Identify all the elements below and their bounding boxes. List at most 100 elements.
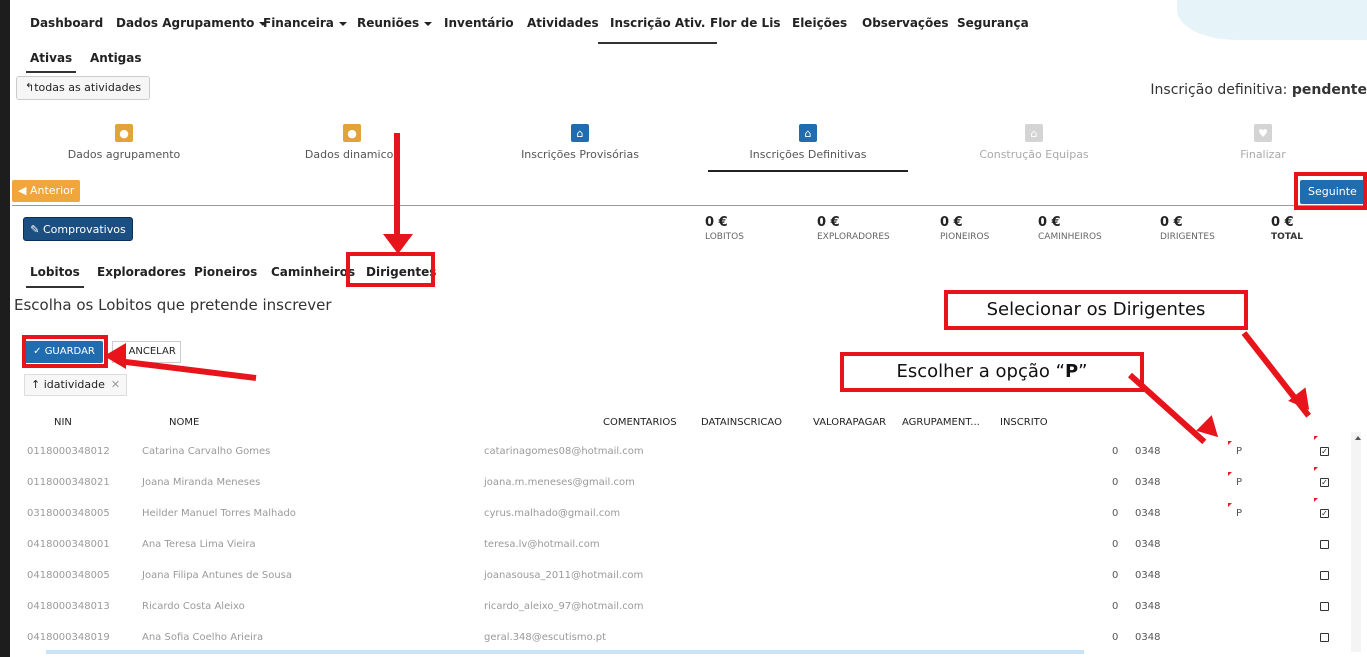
- chevron-down-icon: [338, 21, 347, 26]
- cell-nin: 0418000348001: [27, 539, 110, 550]
- inscricao-status: Inscrição definitiva: pendente: [1150, 82, 1367, 98]
- column-header-nin[interactable]: NIN: [54, 417, 72, 428]
- arrowhead-left-icon: [104, 343, 126, 369]
- tab-lobitos[interactable]: Lobitos: [26, 265, 84, 288]
- vertical-scrollbar[interactable]: [1351, 432, 1361, 652]
- table-row[interactable]: 0318000348005 Heilder Manuel Torres Malha…: [18, 498, 1348, 531]
- column-header-inscrito[interactable]: INSCRITO: [1000, 417, 1048, 428]
- subnav-ativas[interactable]: Ativas: [25, 51, 77, 73]
- horizontal-scrollbar[interactable]: [46, 650, 1084, 654]
- sort-chip[interactable]: ↑ idatividade ✕: [24, 374, 128, 396]
- wizard-step-construcao-equipas: ⌂ Construção Equipas: [934, 124, 1134, 161]
- cell-p-option: P: [1236, 446, 1243, 457]
- cell-nin: 0118000348021: [27, 477, 110, 488]
- arrow-to-dirigentes: [394, 133, 400, 245]
- comprovativos-button[interactable]: ✎ Comprovativos: [23, 217, 133, 241]
- table-row[interactable]: 0118000348012 Catarina Carvalho Gomes cata…: [18, 436, 1348, 469]
- total-dirigentes: 0 € DIRIGENTES: [1160, 215, 1215, 242]
- total-lobitos: 0 € LOBITOS: [705, 215, 744, 242]
- dirty-flag-icon: [1228, 503, 1232, 507]
- column-header-nome[interactable]: NOME: [169, 417, 199, 428]
- cell-agrupamento: 0348: [1135, 446, 1161, 457]
- home-icon: ⌂: [571, 124, 589, 142]
- arrow-to-save: [116, 357, 257, 381]
- home-icon: ⌂: [1025, 124, 1043, 142]
- decorative-swoosh: [1177, 0, 1367, 40]
- nav-inventario[interactable]: Inventário: [444, 16, 514, 30]
- nav-financeira[interactable]: Financeira: [263, 16, 347, 30]
- nav-eleicoes[interactable]: Eleições: [792, 16, 847, 30]
- inscrito-checkbox[interactable]: ✓: [1320, 509, 1329, 518]
- tag-icon: ✎: [30, 223, 43, 236]
- nav-inscricao-ativ[interactable]: Inscrição Ativ.: [597, 16, 718, 44]
- cell-comentarios: ricardo_aleixo_97@hotmail.com: [484, 601, 644, 612]
- nav-flor-de-lis[interactable]: Flor de Lis: [710, 16, 780, 30]
- table-row[interactable]: 0418000348005 Joana Filipa Antunes de Sou…: [18, 562, 1348, 593]
- arrowhead-down-icon: [383, 234, 413, 254]
- wizard-step-inscricoes-provisorias[interactable]: ⌂ Inscrições Provisórias: [480, 124, 680, 161]
- cell-p-option: P: [1236, 508, 1243, 519]
- cell-nome: Heilder Manuel Torres Malhado: [142, 508, 296, 519]
- tab-pioneiros[interactable]: Pioneiros: [194, 265, 257, 279]
- column-header-valorapagar[interactable]: VALORAPAGAR: [813, 417, 886, 428]
- inscrito-checkbox[interactable]: [1320, 571, 1329, 580]
- dirty-flag-icon: [1314, 467, 1318, 471]
- page-heading: Escolha os Lobitos que pretende inscreve…: [14, 296, 332, 314]
- divider: [12, 205, 1367, 206]
- cell-valorapagar: 0: [1112, 570, 1119, 581]
- user-icon: ●: [115, 124, 133, 142]
- cell-valorapagar: 0: [1112, 508, 1119, 519]
- inscrito-checkbox[interactable]: [1320, 633, 1329, 642]
- table-row[interactable]: 0418000348013 Ricardo Costa Aleixo ricardo…: [18, 593, 1348, 624]
- inscrito-checkbox[interactable]: [1320, 602, 1329, 611]
- dirty-flag-icon: [1228, 441, 1232, 445]
- column-header-datainscricao[interactable]: DATAINSCRICAO: [701, 417, 782, 428]
- highlight-dirigentes-tab: [346, 252, 435, 287]
- wizard-step-dados-dinamicos[interactable]: ● Dados dinamicos: [252, 124, 452, 161]
- wizard-step-inscricoes-definitivas[interactable]: ⌂ Inscrições Definitivas: [708, 124, 908, 172]
- cell-nome: Ricardo Costa Aleixo: [142, 601, 245, 612]
- table-row[interactable]: 0118000348021 Joana Miranda Meneses joana.…: [18, 467, 1348, 500]
- cell-nin: 0418000348019: [27, 632, 110, 643]
- close-icon[interactable]: ✕: [111, 378, 120, 391]
- subnav-antigas[interactable]: Antigas: [90, 51, 142, 65]
- dirty-flag-icon: [1228, 472, 1232, 476]
- nav-observacoes[interactable]: Observações: [862, 16, 949, 30]
- cell-valorapagar: 0: [1112, 632, 1119, 643]
- cell-valorapagar: 0: [1112, 539, 1119, 550]
- window-left-edge: [0, 0, 10, 657]
- callout-select-dirigentes: Selecionar os Dirigentes: [944, 290, 1248, 330]
- column-header-agrupamento[interactable]: AGRUPAMENT...: [902, 417, 980, 428]
- wizard-step-dados-agrupamento[interactable]: ● Dados agrupamento: [24, 124, 224, 161]
- dirty-flag-icon: [1314, 498, 1318, 502]
- nav-dashboard[interactable]: Dashboard: [30, 16, 103, 30]
- inscrito-checkbox[interactable]: ✓: [1320, 478, 1329, 487]
- tab-exploradores[interactable]: Exploradores: [97, 265, 186, 279]
- inscrito-checkbox[interactable]: ✓: [1320, 447, 1329, 456]
- cell-nin: 0318000348005: [27, 508, 110, 519]
- total-pioneiros: 0 € PIONEIROS: [940, 215, 990, 242]
- previous-button[interactable]: ◀ Anterior: [12, 180, 81, 202]
- scroll-up-icon[interactable]: [1355, 436, 1361, 440]
- back-to-activities-button[interactable]: ↰todas as atividades: [16, 76, 151, 100]
- cell-valorapagar: 0: [1112, 477, 1119, 488]
- column-header-comentarios[interactable]: COMENTARIOS: [603, 417, 677, 428]
- sort-up-icon: ↑: [31, 378, 44, 391]
- table-row[interactable]: 0418000348001 Ana Teresa Lima Vieira teres…: [18, 531, 1348, 562]
- highlight-save-button: [22, 335, 108, 368]
- inscrito-checkbox[interactable]: [1320, 540, 1329, 549]
- cell-comentarios: geral.348@escutismo.pt: [484, 632, 607, 643]
- nav-seguranca[interactable]: Segurança: [957, 16, 1029, 30]
- home-icon: ⌂: [799, 124, 817, 142]
- cell-comentarios: joanasousa_2011@hotmail.com: [484, 570, 644, 581]
- nav-reunioes[interactable]: Reuniões: [357, 16, 433, 30]
- nav-atividades[interactable]: Atividades: [527, 16, 599, 30]
- cell-p-option: P: [1236, 477, 1243, 488]
- back-arrow-icon: ↰: [25, 81, 35, 94]
- tab-caminheiros[interactable]: Caminheiros: [271, 265, 355, 279]
- wizard-step-finalizar: ♥ Finalizar: [1163, 124, 1363, 161]
- cell-nome: Ana Sofia Coelho Arieira: [142, 632, 264, 643]
- cell-nin: 0418000348005: [27, 570, 110, 581]
- cell-comentarios: joana.m.meneses@gmail.com: [484, 477, 635, 488]
- nav-dados-agrupamento[interactable]: Dados Agrupamento: [116, 16, 268, 30]
